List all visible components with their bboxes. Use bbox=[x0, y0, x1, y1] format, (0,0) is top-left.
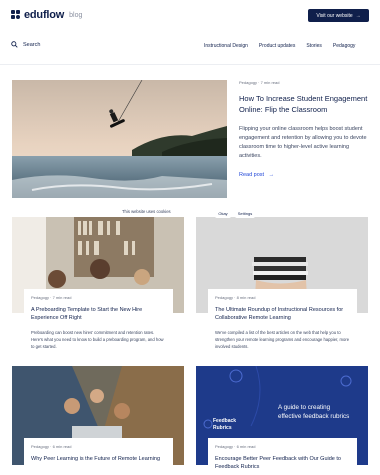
cookie-okay-button[interactable]: Okay bbox=[215, 209, 231, 218]
brand-name: eduflow bbox=[24, 9, 65, 21]
arrow-right-icon: → bbox=[355, 12, 361, 19]
card-meta: Pedagogy · 6 min read bbox=[215, 444, 256, 449]
visit-website-button[interactable]: Visit our website → bbox=[308, 9, 369, 22]
featured-meta: Pedagogy · 7 min read bbox=[239, 80, 280, 85]
nav-item-instructional-design[interactable]: Instructional Design bbox=[204, 43, 248, 49]
post-card[interactable]: Pedagogy · 6 min read Why Peer Learning … bbox=[24, 438, 173, 475]
card-title[interactable]: The Ultimate Roundup of Instructional Re… bbox=[215, 306, 350, 323]
section-name: blog bbox=[69, 12, 83, 19]
card-title[interactable]: Why Peer Learning is the Future of Remot… bbox=[31, 455, 166, 463]
card-excerpt: We've compiled a list of the best articl… bbox=[215, 329, 350, 349]
post-card[interactable]: Pedagogy · 7 min read A Preboarding Temp… bbox=[24, 289, 173, 353]
card-excerpt: Preboarding can boost new hires' commitm… bbox=[31, 329, 164, 349]
visit-website-label: Visit our website bbox=[316, 12, 353, 19]
arrow-right-icon: → bbox=[268, 172, 275, 178]
cookie-settings-button[interactable]: Settings bbox=[235, 209, 255, 218]
cookie-notice: This website uses cookies bbox=[122, 209, 171, 214]
read-post-link[interactable]: Read post → bbox=[239, 172, 369, 178]
site-header: eduflow blog Visit our website → bbox=[0, 0, 380, 32]
eduflow-logo-icon bbox=[11, 10, 21, 20]
featured-post-text: Pedagogy · 7 min read How To Increase St… bbox=[239, 80, 369, 178]
read-post-label: Read post bbox=[239, 172, 265, 178]
search-label: Search bbox=[23, 41, 41, 48]
featured-title[interactable]: How To Increase Student Engagement Onlin… bbox=[239, 94, 369, 116]
card-meta: Pedagogy · 7 min read bbox=[31, 295, 72, 300]
featured-post-image[interactable] bbox=[12, 80, 227, 198]
search-icon bbox=[11, 41, 18, 48]
featured-excerpt: Flipping your online classroom helps boo… bbox=[239, 125, 367, 159]
logo[interactable]: eduflow blog bbox=[11, 9, 82, 21]
rubric-badge: Feedback Rubrics bbox=[213, 418, 237, 431]
nav-item-pedagogy[interactable]: Pedagogy bbox=[333, 43, 356, 49]
search-trigger[interactable]: Search bbox=[11, 41, 40, 48]
card-meta: Pedagogy · 6 min read bbox=[31, 444, 72, 449]
post-card[interactable]: Pedagogy · 6 min read Encourage Better P… bbox=[208, 438, 357, 475]
card-meta: Pedagogy · 8 min read bbox=[215, 295, 256, 300]
post-card[interactable]: Pedagogy · 8 min read The Ultimate Round… bbox=[208, 289, 357, 353]
card-title[interactable]: Encourage Better Peer Feedback with Our … bbox=[215, 455, 350, 472]
nav-item-stories[interactable]: Stories bbox=[306, 43, 322, 49]
category-nav: Search Instructional Design Product upda… bbox=[0, 38, 380, 56]
nav-item-product-updates[interactable]: Product updates bbox=[259, 43, 295, 49]
card-title[interactable]: A Preboarding Template to Start the New … bbox=[31, 306, 166, 323]
rubric-caption: A guide to creating effective feedback r… bbox=[278, 404, 350, 420]
nav-divider bbox=[0, 64, 380, 65]
